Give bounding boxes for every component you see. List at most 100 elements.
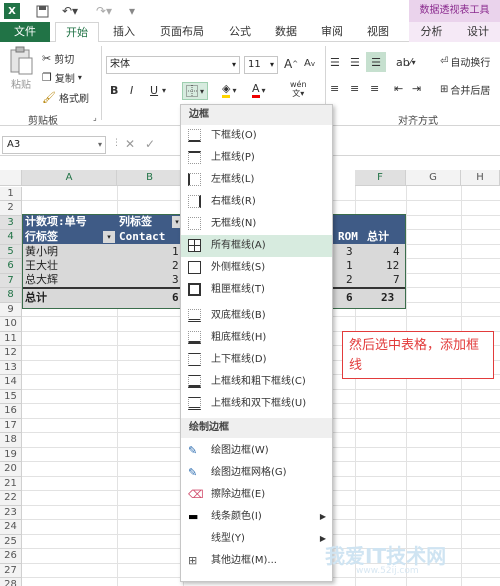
confirm-edit-icon[interactable]: ✓ [145,137,155,151]
pivot-cell[interactable]: 2 [172,259,179,273]
row-header[interactable]: 23 [0,505,22,520]
row-header[interactable]: 20 [0,462,22,477]
row-header[interactable]: 28 [0,578,22,586]
row-header[interactable]: 13 [0,360,22,375]
tab-view[interactable]: 视图 [358,22,398,42]
pivot-cell[interactable]: 4 [393,245,400,259]
border-option-right[interactable]: 右框线(R) [181,191,332,213]
tab-design[interactable]: 设计 [456,22,500,42]
merge-center-button[interactable]: ⊞ 合并后居 [440,82,490,97]
pivot-cell[interactable]: 2 [346,273,353,287]
border-option-all[interactable]: 所有框线(A) [181,235,332,257]
pivot-cell[interactable]: 1 [346,259,353,273]
pivot-column-labels[interactable]: 列标签 [119,215,152,229]
pivot-row-label[interactable]: 王大壮 [25,259,58,273]
row-header[interactable]: 8 [0,288,22,303]
menu-line-color[interactable]: ▬ 线条颜色(I) ▶ [181,506,332,528]
align-bottom-button[interactable]: ☰ [366,52,386,72]
align-center-button[interactable]: ≡ [350,82,359,95]
tab-home[interactable]: 开始 [55,22,99,43]
pivot-cell[interactable]: 7 [393,273,400,287]
row-header[interactable]: 25 [0,534,22,549]
align-right-button[interactable]: ≡ [370,82,379,95]
tab-data[interactable]: 数据 [266,22,306,42]
pivot-cell[interactable]: 12 [386,259,399,273]
wrap-text-button[interactable]: ⏎ 自动换行 [440,54,490,69]
menu-draw-border[interactable]: ✎ 绘图边框(W) [181,440,332,462]
menu-draw-border-grid[interactable]: ✎ 绘图边框网格(G) [181,462,332,484]
column-header-b[interactable]: B [117,170,183,186]
row-header[interactable]: 11 [0,331,22,346]
bold-button[interactable]: B [110,84,118,97]
undo-icon[interactable]: ↶▾ [58,3,82,19]
pivot-row-label[interactable]: 黄小明 [25,245,58,259]
row-header[interactable]: 18 [0,433,22,448]
row-header[interactable]: 19 [0,447,22,462]
increase-indent-button[interactable]: ⇥ [412,82,421,95]
border-option-thick[interactable]: 粗匣框线(T) [181,279,332,301]
italic-button[interactable]: I [130,84,133,97]
row-header[interactable]: 24 [0,520,22,535]
border-option-bottom[interactable]: 下框线(O) [181,125,332,147]
row-header[interactable]: 6 [0,259,22,274]
menu-more-borders[interactable]: ⊞ 其他边框(M)... [181,550,332,572]
border-option-topdbl[interactable]: 上框线和双下框线(U) [181,393,332,415]
cancel-edit-icon[interactable]: ✕ [125,137,135,151]
borders-button[interactable]: ▾ [182,82,208,100]
pivot-col-contact[interactable]: Contact [119,230,165,244]
pivot-total-cell[interactable]: 23 [381,291,394,305]
column-header-g[interactable]: G [406,170,461,186]
align-top-button[interactable]: ☰ [330,56,340,69]
row-header[interactable]: 9 [0,302,22,317]
row-header[interactable]: 14 [0,375,22,390]
border-option-left[interactable]: 左框线(L) [181,169,332,191]
decrease-indent-button[interactable]: ⇤ [394,82,403,95]
row-header[interactable]: 3 [0,215,22,230]
copy-button[interactable]: ❐ 复制 ▾ [42,70,82,85]
row-header[interactable]: 26 [0,549,22,564]
orientation-button[interactable]: ab⁄ ▾ [396,56,416,69]
menu-erase-border[interactable]: ⌫ 擦除边框(E) [181,484,332,506]
font-color-button[interactable]: A ▾ [252,82,266,98]
pivot-value-field[interactable]: 计数项:单号 [25,215,87,229]
row-header[interactable]: 17 [0,418,22,433]
format-painter-button[interactable]: 🖌 格式刷 [42,90,89,105]
column-header-f[interactable]: F [355,170,406,186]
border-option-dbl[interactable]: 双底框线(B) [181,305,332,327]
row-header[interactable]: 7 [0,273,22,288]
border-option-thickbottom[interactable]: 粗底框线(H) [181,327,332,349]
pivot-cell[interactable]: 1 [172,245,179,259]
align-left-button[interactable]: ≡ [330,82,339,95]
tab-analyze[interactable]: 分析 [409,22,454,42]
pivot-col-rom[interactable]: ROM [338,230,358,244]
row-header[interactable]: 15 [0,389,22,404]
row-header[interactable]: 10 [0,317,22,332]
pivot-row-labels[interactable]: 行标签 [25,230,58,244]
align-middle-button[interactable]: ☰ [350,56,360,69]
underline-dropdown-icon[interactable]: ▾ [162,86,166,95]
increase-font-button[interactable]: A ^ [284,57,298,71]
column-header-a[interactable]: A [22,170,117,186]
clipboard-launcher-icon[interactable]: ⌟ [93,113,97,122]
row-filter-icon[interactable]: ▾ [103,231,115,243]
qat-customize-icon[interactable]: ▾ [126,3,138,19]
row-header[interactable]: 27 [0,563,22,578]
row-header[interactable]: 4 [0,230,22,245]
copy-dropdown-icon[interactable]: ▾ [78,73,82,82]
row-header[interactable]: 22 [0,491,22,506]
row-header[interactable]: 2 [0,201,22,216]
border-option-top[interactable]: 上框线(P) [181,147,332,169]
tab-page-layout[interactable]: 页面布局 [150,22,214,42]
decrease-font-button[interactable]: Av [304,58,315,69]
row-header[interactable]: 12 [0,346,22,361]
pivot-row-label[interactable]: 总大辉 [25,273,58,287]
menu-line-style[interactable]: 线型(Y) ▶ [181,528,332,550]
cut-button[interactable]: ✂ 剪切 [42,51,74,66]
save-icon[interactable] [34,3,50,19]
name-box[interactable]: A3 ▾ [2,136,106,154]
column-header-h[interactable]: H [461,170,500,186]
row-header[interactable]: 1 [0,186,22,201]
phonetic-button[interactable]: wén 文▾ [290,80,307,98]
tab-file[interactable]: 文件 [0,22,50,42]
border-option-topthick[interactable]: 上框线和粗下框线(C) [181,371,332,393]
